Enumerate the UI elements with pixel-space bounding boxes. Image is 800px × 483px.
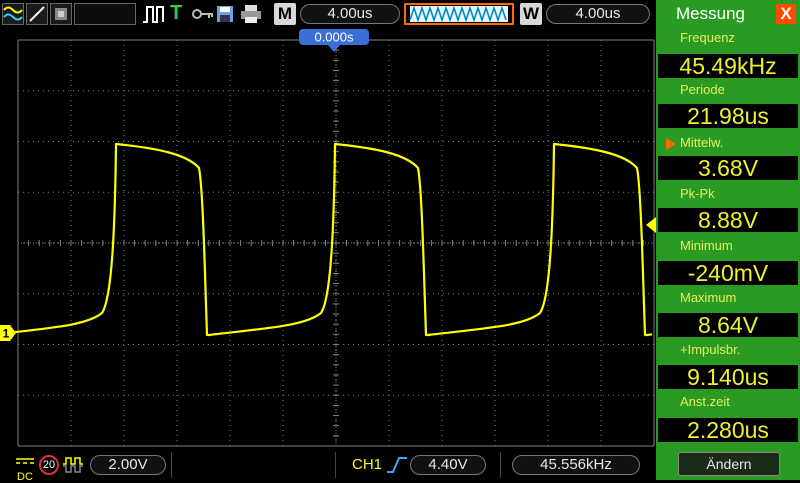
measurement-label: Minimum: [680, 238, 733, 253]
measurement-value-period[interactable]: 21.98us: [658, 104, 798, 128]
rising-edge-icon[interactable]: [386, 456, 408, 474]
measurement-value-rise-time[interactable]: 2.280us: [658, 418, 798, 442]
close-button[interactable]: X: [776, 4, 796, 24]
panel-header: Messung X: [656, 0, 800, 28]
waveform-icon[interactable]: [2, 3, 24, 25]
line-mode-icon[interactable]: [26, 3, 48, 25]
channel-1-label: 1: [3, 327, 10, 341]
save-icon[interactable]: [216, 5, 234, 23]
key-icon[interactable]: [192, 7, 214, 21]
channel-1-ground-marker[interactable]: 1: [0, 325, 16, 341]
waveform-display[interactable]: 0.000s 1: [0, 28, 656, 450]
measurement-label: Mittelw.: [680, 135, 724, 150]
pulse-trigger-icon[interactable]: [142, 4, 166, 24]
selection-arrow-icon: [666, 138, 676, 150]
window-w-button[interactable]: W: [520, 3, 542, 25]
bottom-status-bar: DC 20 2.00V CH1 4.40V 45.556kHz: [0, 450, 656, 483]
coupling-dc-icon[interactable]: DC: [14, 454, 36, 483]
divider-1: [171, 452, 172, 478]
divider-3: [500, 452, 501, 478]
measurement-label: Maximum: [680, 290, 737, 305]
measurement-panel: Messung X Frequenz 45.49kHz Periode 21.9…: [656, 0, 800, 480]
trigger-offset-label: 0.000s: [314, 30, 354, 45]
channel-1-trace: [0, 142, 652, 337]
measurement-value-pk-pk[interactable]: 8.88V: [658, 208, 798, 232]
waveform-plot: 0.000s 1: [0, 29, 656, 447]
divider-2: [335, 452, 336, 478]
trigger-level-readout[interactable]: 4.40V: [410, 455, 486, 475]
invert-icon[interactable]: [62, 456, 84, 474]
measurement-label: Anst.zeit: [680, 394, 730, 409]
memory-position-bar[interactable]: [404, 3, 514, 25]
bandwidth-limit-icon[interactable]: 20: [39, 455, 59, 475]
trigger-source-label[interactable]: CH1: [352, 456, 382, 473]
window-timebase-readout[interactable]: 4.00us: [546, 4, 650, 24]
trigger-position-marker[interactable]: 0.000s: [299, 29, 369, 52]
trigger-level-marker[interactable]: [646, 217, 656, 233]
change-button[interactable]: Ändern: [678, 452, 780, 476]
mode-m-button[interactable]: M: [274, 3, 296, 25]
top-toolbar: T M 4.00us W 4.00us: [0, 0, 656, 28]
measurement-label: Pk-Pk: [680, 186, 715, 201]
print-icon[interactable]: [240, 4, 262, 24]
panel-title: Messung: [676, 4, 745, 23]
persistence-icon[interactable]: [50, 3, 72, 25]
measurement-value-frequency[interactable]: 45.49kHz: [658, 54, 798, 78]
volts-per-div-readout[interactable]: 2.00V: [90, 455, 166, 475]
trigger-t-icon[interactable]: T: [170, 2, 182, 25]
coupling-label: DC: [17, 471, 33, 483]
measurement-label: Periode: [680, 82, 725, 97]
timebase-readout[interactable]: 4.00us: [300, 4, 400, 24]
measurement-value-pulse-width[interactable]: 9.140us: [658, 365, 798, 389]
trigger-frequency-readout: 45.556kHz: [512, 455, 640, 475]
status-box: [74, 3, 136, 25]
measurement-label: +Impulsbr.: [680, 342, 741, 357]
measurement-value-maximum[interactable]: 8.64V: [658, 313, 798, 337]
measurement-value-minimum[interactable]: -240mV: [658, 261, 798, 285]
measurement-value-mean[interactable]: 3.68V: [658, 156, 798, 180]
measurement-label: Frequenz: [680, 30, 735, 45]
